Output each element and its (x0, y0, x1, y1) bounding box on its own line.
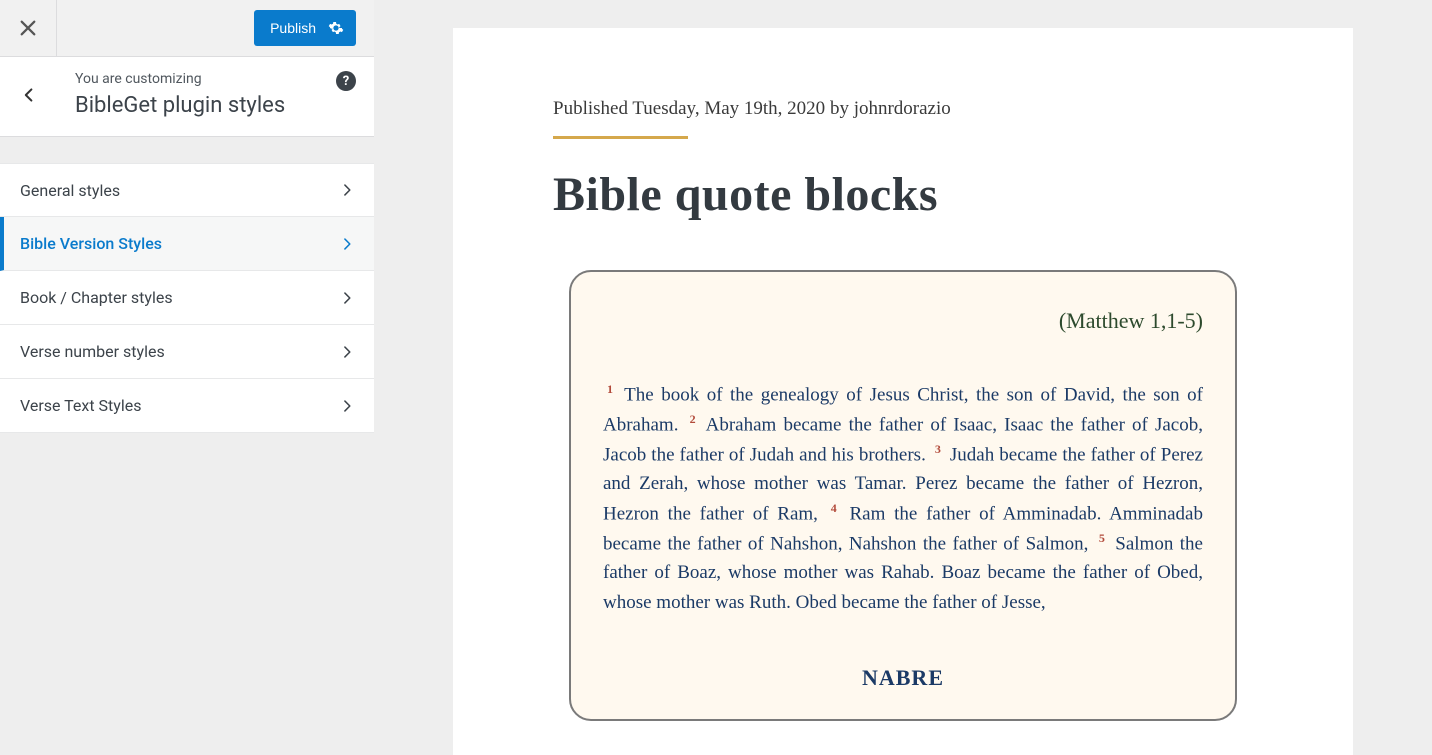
verse-number: 5 (1095, 531, 1109, 545)
preview-pane: Published Tuesday, May 19th, 2020 by joh… (374, 0, 1432, 755)
chevron-right-icon (340, 399, 354, 413)
bible-quote-block: (Matthew 1,1-5) 1 The book of the geneal… (569, 270, 1237, 721)
verse-number: 4 (827, 501, 841, 515)
bible-version: NABRE (603, 665, 1203, 691)
meta-author: johnrdorazio (854, 98, 951, 119)
chevron-left-icon (21, 87, 37, 103)
meta-by: by (825, 98, 854, 119)
customizing-label: You are customizing (75, 71, 356, 87)
verse-number: 3 (931, 442, 945, 456)
bible-reference: (Matthew 1,1-5) (603, 308, 1203, 334)
customizer-sidebar: Publish You are customizing BibleGet plu… (0, 0, 374, 755)
sidebar-header: Publish (0, 0, 374, 57)
post-preview: Published Tuesday, May 19th, 2020 by joh… (453, 28, 1353, 755)
settings-menu: General styles Bible Version Styles Book… (0, 163, 374, 433)
menu-item-general-styles[interactable]: General styles (0, 163, 374, 217)
publish-actions: Publish (254, 0, 374, 56)
chevron-right-icon (340, 345, 354, 359)
verse-number: 2 (686, 412, 700, 426)
menu-item-label: Verse number styles (20, 342, 165, 361)
close-customizer-button[interactable] (0, 0, 57, 56)
close-icon (19, 19, 37, 37)
gear-icon (328, 20, 344, 36)
help-button[interactable]: ? (336, 71, 356, 91)
menu-item-label: General styles (20, 181, 120, 200)
menu-item-label: Bible Version Styles (20, 234, 162, 253)
menu-item-verse-text-styles[interactable]: Verse Text Styles (0, 379, 374, 433)
section-title-row: You are customizing BibleGet plugin styl… (0, 57, 374, 137)
chevron-right-icon (340, 237, 354, 251)
meta-underline (553, 136, 688, 139)
help-icon: ? (343, 74, 349, 89)
post-title: Bible quote blocks (553, 167, 1253, 222)
section-title: BibleGet plugin styles (75, 93, 356, 118)
verse-number: 1 (603, 382, 617, 396)
menu-item-label: Book / Chapter styles (20, 288, 173, 307)
publish-label: Publish (270, 20, 316, 36)
back-button[interactable] (0, 71, 57, 118)
menu-item-verse-number-styles[interactable]: Verse number styles (0, 325, 374, 379)
post-meta: Published Tuesday, May 19th, 2020 by joh… (553, 98, 1253, 120)
menu-item-bible-version-styles[interactable]: Bible Version Styles (0, 217, 374, 271)
meta-date: Tuesday, May 19th, 2020 (632, 98, 825, 119)
menu-item-book-chapter-styles[interactable]: Book / Chapter styles (0, 271, 374, 325)
chevron-right-icon (340, 183, 354, 197)
meta-prefix: Published (553, 98, 632, 119)
publish-button[interactable]: Publish (254, 10, 356, 46)
menu-item-label: Verse Text Styles (20, 396, 141, 415)
verse-body: 1 The book of the genealogy of Jesus Chr… (603, 380, 1203, 617)
chevron-right-icon (340, 291, 354, 305)
